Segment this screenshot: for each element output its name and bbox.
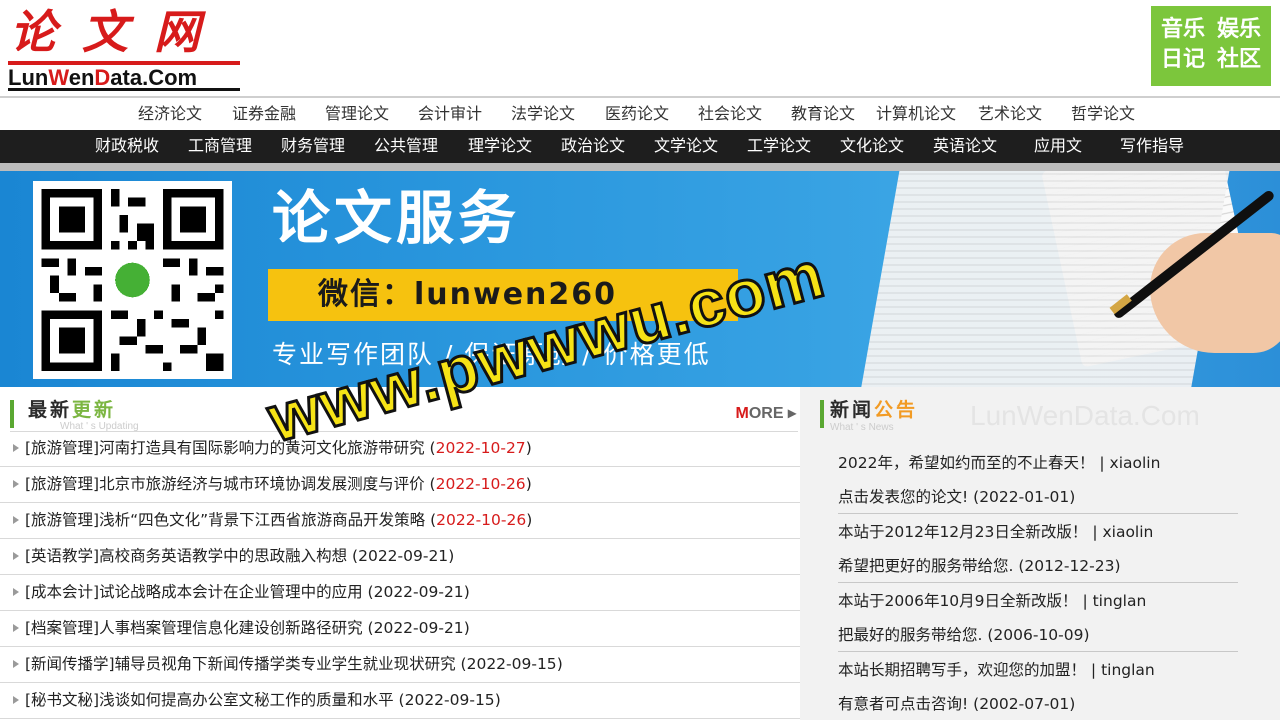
- nav-link[interactable]: 文化论文: [840, 136, 904, 156]
- hand-graphic: [1150, 233, 1280, 353]
- secondary-nav: 财政税收 工商管理 财务管理 公共管理 理学论文 政治论文 文学论文 工学论文 …: [0, 130, 1280, 163]
- news-item[interactable]: 本站长期招聘写手，欢迎您的加盟！ | tinglan 有意者可点击咨询! (20…: [838, 652, 1238, 720]
- logo-underline: [8, 88, 240, 91]
- nav-link[interactable]: 工学论文: [747, 136, 811, 156]
- badge-text-entertainment: 娱乐: [1216, 17, 1261, 42]
- bullet-icon: [13, 624, 19, 632]
- news-headline: 2022年，希望如约而至的不止春天！ | xiaolin: [838, 454, 1161, 472]
- news-headline: 本站于2012年12月23日全新改版！ | xiaolin: [838, 523, 1154, 541]
- badge-text-music: 音乐: [1160, 17, 1205, 42]
- site-header: 论文网 LunWenData.Com 音乐 娱乐 日记 社区: [0, 0, 1280, 96]
- news-item[interactable]: 本站于2006年10月9日全新改版！ | tinglan 把最好的服务带给您. …: [838, 583, 1238, 652]
- nav-link[interactable]: 社会论文: [698, 104, 762, 124]
- news-headline: 本站于2006年10月9日全新改版！ | tinglan: [838, 592, 1147, 610]
- latest-list: [旅游管理]河南打造具有国际影响力的黄河文化旅游带研究 (2022-10-27)…: [0, 431, 800, 719]
- list-item[interactable]: [旅游管理]河南打造具有国际影响力的黄河文化旅游带研究 (2022-10-27): [0, 431, 800, 467]
- nav-link[interactable]: 经济论文: [138, 104, 202, 124]
- nav-link[interactable]: 教育论文: [791, 104, 855, 124]
- nav-link[interactable]: 哲学论文: [1071, 104, 1135, 124]
- nav-link[interactable]: 英语论文: [933, 136, 997, 156]
- header-accent-bar: [820, 400, 824, 428]
- section-title: 最新更新: [28, 399, 117, 421]
- news-summary: 把最好的服务带给您. (2006-10-09): [838, 626, 1090, 644]
- news-summary: 希望把更好的服务带给您. (2012-12-23): [838, 557, 1121, 575]
- list-item[interactable]: [旅游管理]北京市旅游经济与城市环境协调发展测度与评价 (2022-10-26): [0, 467, 800, 503]
- nav-link[interactable]: 应用文: [1034, 136, 1082, 156]
- nav-link[interactable]: 政治论文: [561, 136, 625, 156]
- list-item[interactable]: [成本会计]试论战略成本会计在企业管理中的应用 (2022-09-21): [0, 575, 800, 611]
- nav-link[interactable]: 财务管理: [281, 136, 345, 156]
- news-item[interactable]: 本站于2012年12月23日全新改版！ | xiaolin 希望把更好的服务带给…: [838, 514, 1238, 583]
- nav-link[interactable]: 公共管理: [374, 136, 438, 156]
- nav-link[interactable]: 计算机论文: [876, 104, 956, 124]
- list-item[interactable]: [英语教学]高校商务英语教学中的思政融入构想 (2022-09-21): [0, 539, 800, 575]
- badge-text-diary: 日记: [1160, 47, 1205, 72]
- bullet-icon: [13, 480, 19, 488]
- nav-link[interactable]: 工商管理: [188, 136, 252, 156]
- bullet-icon: [13, 696, 19, 704]
- nav-link[interactable]: 管理论文: [325, 104, 389, 124]
- bullet-icon: [13, 516, 19, 524]
- header-accent-bar: [10, 400, 14, 428]
- badge-text-community: 社区: [1216, 47, 1261, 72]
- news-summary: 有意者可点击咨询! (2002-07-01): [838, 695, 1076, 713]
- nav-divider: [0, 163, 1280, 171]
- primary-nav: 经济论文 证券金融 管理论文 会计审计 法学论文 医药论文 社会论文 教育论文 …: [0, 96, 1280, 130]
- bullet-icon: [13, 552, 19, 560]
- nav-link[interactable]: 写作指导: [1120, 136, 1184, 156]
- section-subtitle: What ' s News: [830, 422, 894, 433]
- list-item[interactable]: [新闻传播学]辅导员视角下新闻传播学类专业学生就业现状研究 (2022-09-1…: [0, 647, 800, 683]
- latest-updates-panel: 最新更新 What ' s Updating MORE ▸ [旅游管理]河南打造…: [0, 387, 800, 720]
- bullet-icon: [13, 588, 19, 596]
- news-summary: 点击发表您的论文! (2022-01-01): [838, 488, 1076, 506]
- nav-link[interactable]: 艺术论文: [978, 104, 1042, 124]
- qr-code-icon: [41, 189, 224, 371]
- list-item[interactable]: [秘书文秘]浅谈如何提高办公室文秘工作的质量和水平 (2022-09-15): [0, 683, 800, 719]
- site-logo[interactable]: 论文网 LunWenData.Com: [6, 4, 240, 91]
- nav-link[interactable]: 会计审计: [418, 104, 482, 124]
- news-list: 2022年，希望如约而至的不止春天！ | xiaolin 点击发表您的论文! (…: [838, 445, 1238, 720]
- news-panel: 新闻公告 What ' s News LunWenData.Com 2022年，…: [800, 387, 1280, 720]
- news-item[interactable]: 2022年，希望如约而至的不止春天！ | xiaolin 点击发表您的论文! (…: [838, 445, 1238, 514]
- banner-title: 论文服务: [272, 184, 521, 252]
- wechat-qr-code: [33, 181, 232, 379]
- news-header: 新闻公告 What ' s News LunWenData.Com: [820, 396, 1260, 433]
- more-link[interactable]: MORE ▸: [736, 404, 796, 424]
- nav-link[interactable]: 法学论文: [511, 104, 575, 124]
- news-headline: 本站长期招聘写手，欢迎您的加盟！ | tinglan: [838, 661, 1155, 679]
- community-badge[interactable]: 音乐 娱乐 日记 社区: [1151, 6, 1271, 86]
- nav-link[interactable]: 财政税收: [95, 136, 159, 156]
- bullet-icon: [13, 660, 19, 668]
- list-item[interactable]: [档案管理]人事档案管理信息化建设创新路径研究 (2022-09-21): [0, 611, 800, 647]
- nav-link[interactable]: 理学论文: [468, 136, 532, 156]
- nav-link[interactable]: 文学论文: [654, 136, 718, 156]
- section-title: 新闻公告: [830, 399, 919, 421]
- nav-link[interactable]: 证券金融: [232, 104, 296, 124]
- nav-link[interactable]: 医药论文: [605, 104, 669, 124]
- bullet-icon: [13, 444, 19, 452]
- list-item[interactable]: [旅游管理]浅析“四色文化”背景下江西省旅游商品开发策略 (2022-10-26…: [0, 503, 800, 539]
- site-watermark-text: LunWenData.Com: [970, 400, 1200, 431]
- page: 论文网 LunWenData.Com 音乐 娱乐 日记 社区 经济论文 证券金融…: [0, 0, 1280, 720]
- logo-chinese-text: 论文网: [10, 5, 226, 59]
